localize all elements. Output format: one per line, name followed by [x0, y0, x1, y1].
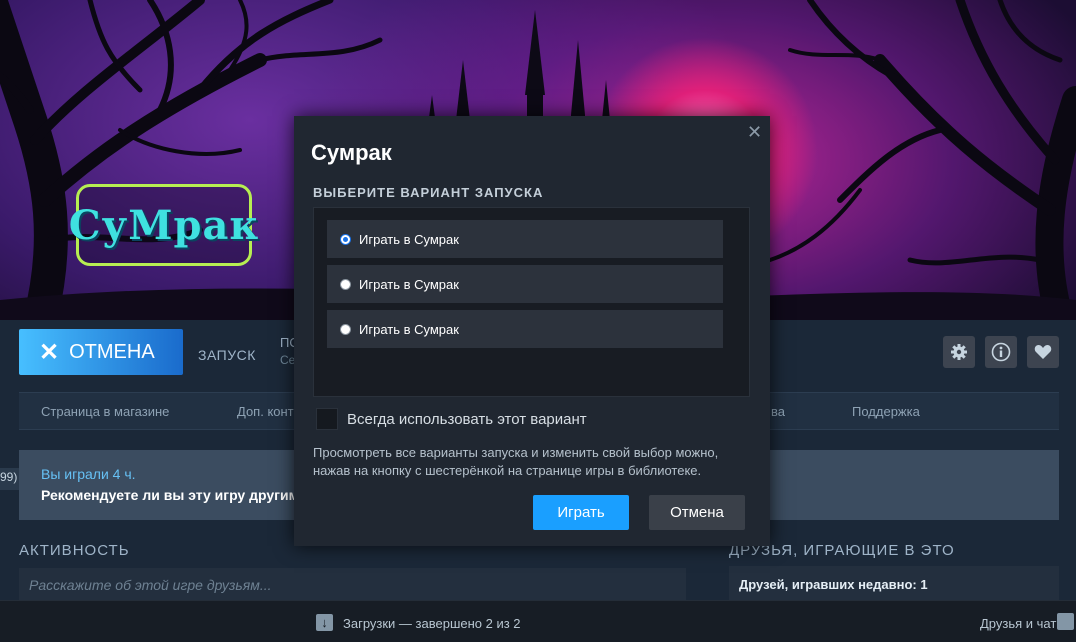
- bottom-status-bar: [0, 600, 1076, 642]
- subnav-truncated-item[interactable]: ва: [771, 404, 785, 419]
- recommend-question: Рекомендуете ли вы эту игру другим п: [41, 487, 312, 503]
- favorite-button[interactable]: [1027, 336, 1059, 368]
- side-badge: 99): [0, 468, 19, 490]
- launch-option-2[interactable]: Играть в Сумрак: [327, 265, 723, 303]
- friends-recent-count: Друзей, игравших недавно: 1: [739, 577, 928, 592]
- downloads-status[interactable]: Загрузки — завершено 2 из 2: [343, 616, 521, 631]
- dialog-subtitle: ВЫБЕРИТЕ ВАРИАНТ ЗАПУСКА: [313, 185, 544, 200]
- launch-option-1[interactable]: Играть в Сумрак: [327, 220, 723, 258]
- activity-post-input[interactable]: Расскажите об этой игре друзьям...: [19, 568, 686, 600]
- game-logo: СуМрак: [69, 184, 258, 266]
- heart-icon: [1034, 345, 1052, 359]
- download-icon[interactable]: ↓: [316, 614, 333, 631]
- launch-option-label: Играть в Сумрак: [359, 276, 459, 292]
- settings-button[interactable]: [943, 336, 975, 368]
- radio-selected[interactable]: [340, 233, 351, 245]
- friends-chat-label[interactable]: Друзья и чат: [980, 616, 1056, 631]
- subnav-store-page[interactable]: Страница в магазине: [41, 404, 169, 419]
- play-button[interactable]: Играть: [533, 495, 629, 530]
- gear-icon: [951, 344, 967, 360]
- radio-unselected[interactable]: [340, 278, 351, 290]
- always-use-label[interactable]: Всегда использовать этот вариант: [347, 411, 587, 428]
- radio-unselected[interactable]: [340, 323, 351, 335]
- launch-option-3[interactable]: Играть в Сумрак: [327, 310, 723, 348]
- dialog-title: Сумрак: [311, 140, 392, 165]
- subnav-support[interactable]: Поддержка: [852, 404, 920, 419]
- cancel-button[interactable]: Отмена: [649, 495, 745, 530]
- launch-status-label: ЗАПУСК: [198, 347, 256, 363]
- launch-option-label: Играть в Сумрак: [359, 231, 459, 247]
- cancel-launch-button[interactable]: ✕ ОТМЕНА: [19, 329, 183, 375]
- always-use-checkbox[interactable]: [316, 408, 338, 430]
- friends-chat-icon[interactable]: [1057, 613, 1074, 630]
- info-button[interactable]: [985, 336, 1017, 368]
- close-icon[interactable]: ✕: [747, 122, 762, 143]
- activity-heading: АКТИВНОСТЬ: [19, 542, 130, 559]
- playtime-text: Вы играли 4 ч.: [41, 466, 136, 482]
- friends-recent-panel: Друзей, игравших недавно: 1: [729, 566, 1059, 600]
- game-logo-text: СуМрак: [68, 201, 260, 249]
- cancel-launch-label: ОТМЕНА: [69, 340, 155, 363]
- close-icon: ✕: [39, 338, 60, 366]
- launch-option-label: Играть в Сумрак: [359, 321, 459, 337]
- subnav-dlc[interactable]: Доп. конт: [237, 404, 294, 419]
- info-icon: [991, 342, 1011, 362]
- dialog-note: Просмотреть все варианты запуска и измен…: [313, 445, 719, 478]
